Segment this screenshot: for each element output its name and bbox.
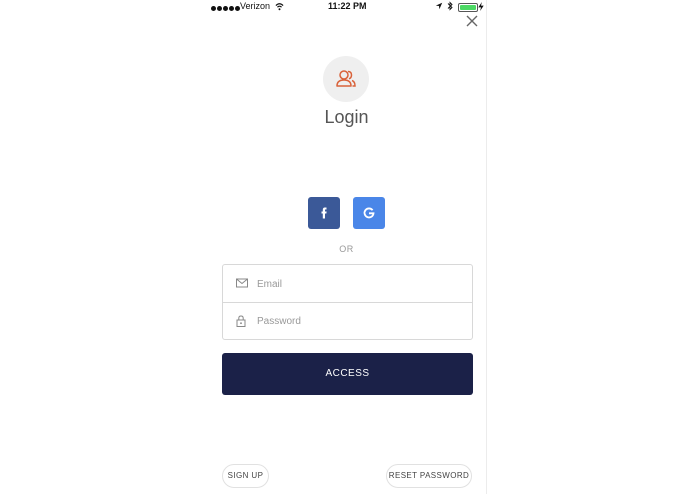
- login-form: [222, 264, 473, 340]
- email-input[interactable]: [255, 273, 459, 295]
- avatar: [323, 56, 369, 102]
- carrier-name: Verizon: [240, 1, 271, 11]
- facebook-login-button[interactable]: [308, 197, 340, 229]
- wifi-icon: [275, 3, 284, 11]
- google-icon: [363, 207, 375, 219]
- status-time: 11:22 PM: [328, 1, 367, 11]
- password-input[interactable]: [255, 310, 459, 332]
- google-login-button[interactable]: [353, 197, 385, 229]
- reset-password-button[interactable]: RESET PASSWORD: [386, 464, 472, 488]
- or-separator: OR: [339, 244, 354, 254]
- user-group-icon: [336, 70, 356, 87]
- status-bar: Verizon 11:22 PM: [207, 0, 486, 14]
- access-button[interactable]: ACCESS: [222, 353, 473, 395]
- close-icon[interactable]: [465, 14, 479, 28]
- charging-bolt-icon: [478, 2, 484, 11]
- location-arrow-icon: [435, 2, 443, 10]
- email-field: [223, 265, 472, 303]
- bluetooth-icon: [447, 1, 453, 11]
- screen-edge-divider: [486, 0, 487, 494]
- battery-icon: [458, 3, 478, 12]
- password-field: [223, 302, 472, 339]
- envelope-icon: [236, 278, 248, 288]
- signal-dots-icon: [211, 3, 241, 13]
- login-screen: Verizon 11:22 PM Login OR Email ACCESS S…: [207, 0, 486, 494]
- lock-icon: [236, 315, 246, 327]
- sign-up-button[interactable]: SIGN UP: [222, 464, 269, 488]
- page-title: Login: [324, 107, 369, 127]
- facebook-icon: [321, 207, 327, 219]
